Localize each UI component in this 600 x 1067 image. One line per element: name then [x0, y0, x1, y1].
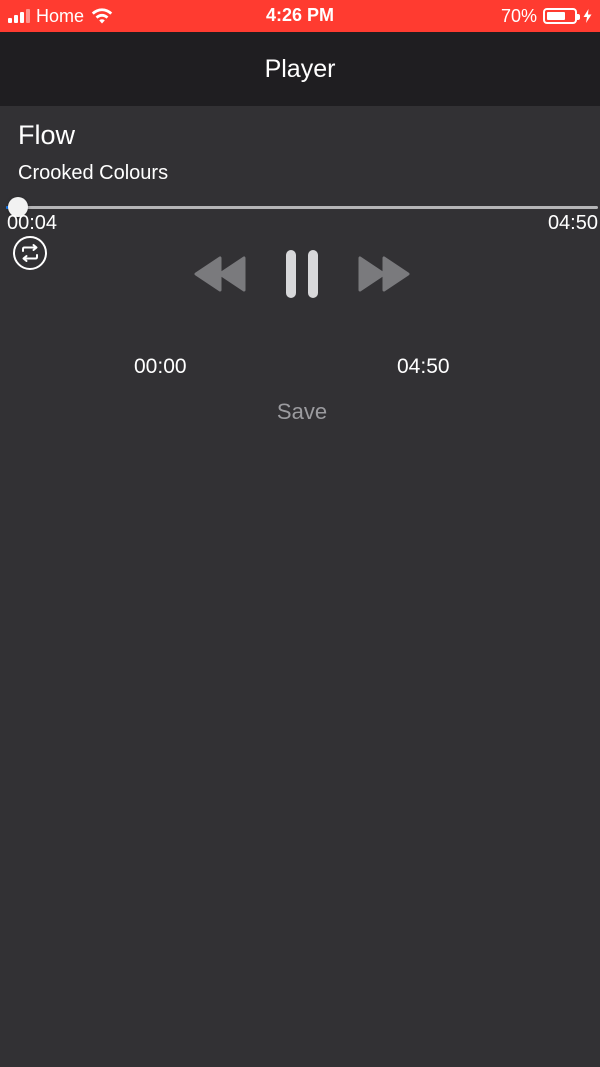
total-time: 04:50 [547, 212, 598, 234]
progress-slider[interactable] [6, 197, 598, 217]
battery-percent: 70% [500, 5, 537, 26]
nav-title: Player [264, 54, 336, 83]
range-end-time[interactable]: 04:50 [397, 355, 450, 379]
artist-name: Crooked Colours [18, 162, 169, 184]
nav-bar: Player [0, 32, 600, 106]
pause-icon [286, 250, 318, 298]
save-button[interactable]: Save [240, 396, 364, 428]
battery-icon [543, 8, 580, 24]
elapsed-time: 00:04 [7, 212, 58, 234]
status-bar: Home 4:26 PM 70% [0, 0, 600, 32]
playback-controls [0, 244, 600, 304]
battery-fill [547, 12, 566, 20]
rewind-icon [194, 256, 246, 292]
range-start-time[interactable]: 00:00 [134, 355, 187, 379]
pause-button[interactable] [284, 248, 320, 300]
fast-forward-button[interactable] [356, 254, 412, 294]
rewind-button[interactable] [192, 254, 248, 294]
status-right: 70% [501, 5, 592, 27]
fast-forward-icon [358, 256, 410, 292]
song-title: Flow [18, 120, 76, 150]
bolt-icon [583, 9, 592, 23]
